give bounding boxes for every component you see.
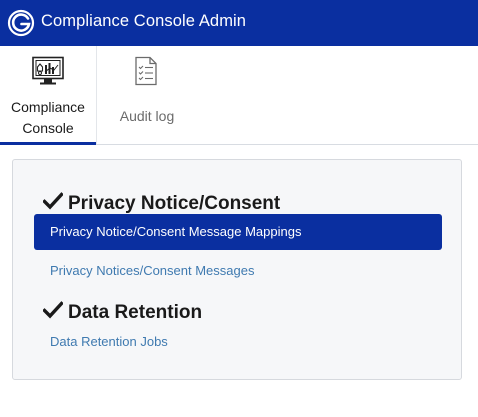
nav-bar: Compliance Console Audit log (0, 46, 478, 145)
app-title: Compliance Console Admin (41, 12, 247, 30)
section-title-data-retention: Data Retention (68, 302, 203, 323)
app-logo-icon (7, 9, 35, 37)
section-title-privacy: Privacy Notice/Consent (68, 193, 281, 214)
link-privacy-notices-consent-messages[interactable]: Privacy Notices/Consent Messages (50, 263, 254, 278)
link-privacy-notice-consent-message-mappings[interactable]: Privacy Notice/Consent Message Mappings (34, 214, 442, 250)
app-header: Compliance Console Admin (0, 0, 478, 46)
tab-audit-log[interactable]: Audit log (97, 46, 197, 144)
dashboard-monitor-icon (32, 56, 64, 85)
checkmark-icon (43, 301, 63, 319)
compliance-menu-card: Privacy Notice/Consent Privacy Notice/Co… (12, 159, 462, 380)
section-heading-data-retention: Data Retention (43, 301, 202, 324)
tab-compliance-console-label-line1: Compliance (11, 99, 85, 115)
tab-compliance-console[interactable]: Compliance Console (0, 46, 97, 145)
section-heading-privacy: Privacy Notice/Consent (43, 192, 280, 215)
link-data-retention-jobs[interactable]: Data Retention Jobs (50, 334, 168, 349)
tab-audit-log-label: Audit log (119, 108, 175, 124)
checkmark-icon (43, 192, 63, 210)
tab-compliance-console-label-line2: Console (22, 120, 74, 136)
checklist-document-icon (135, 56, 157, 86)
